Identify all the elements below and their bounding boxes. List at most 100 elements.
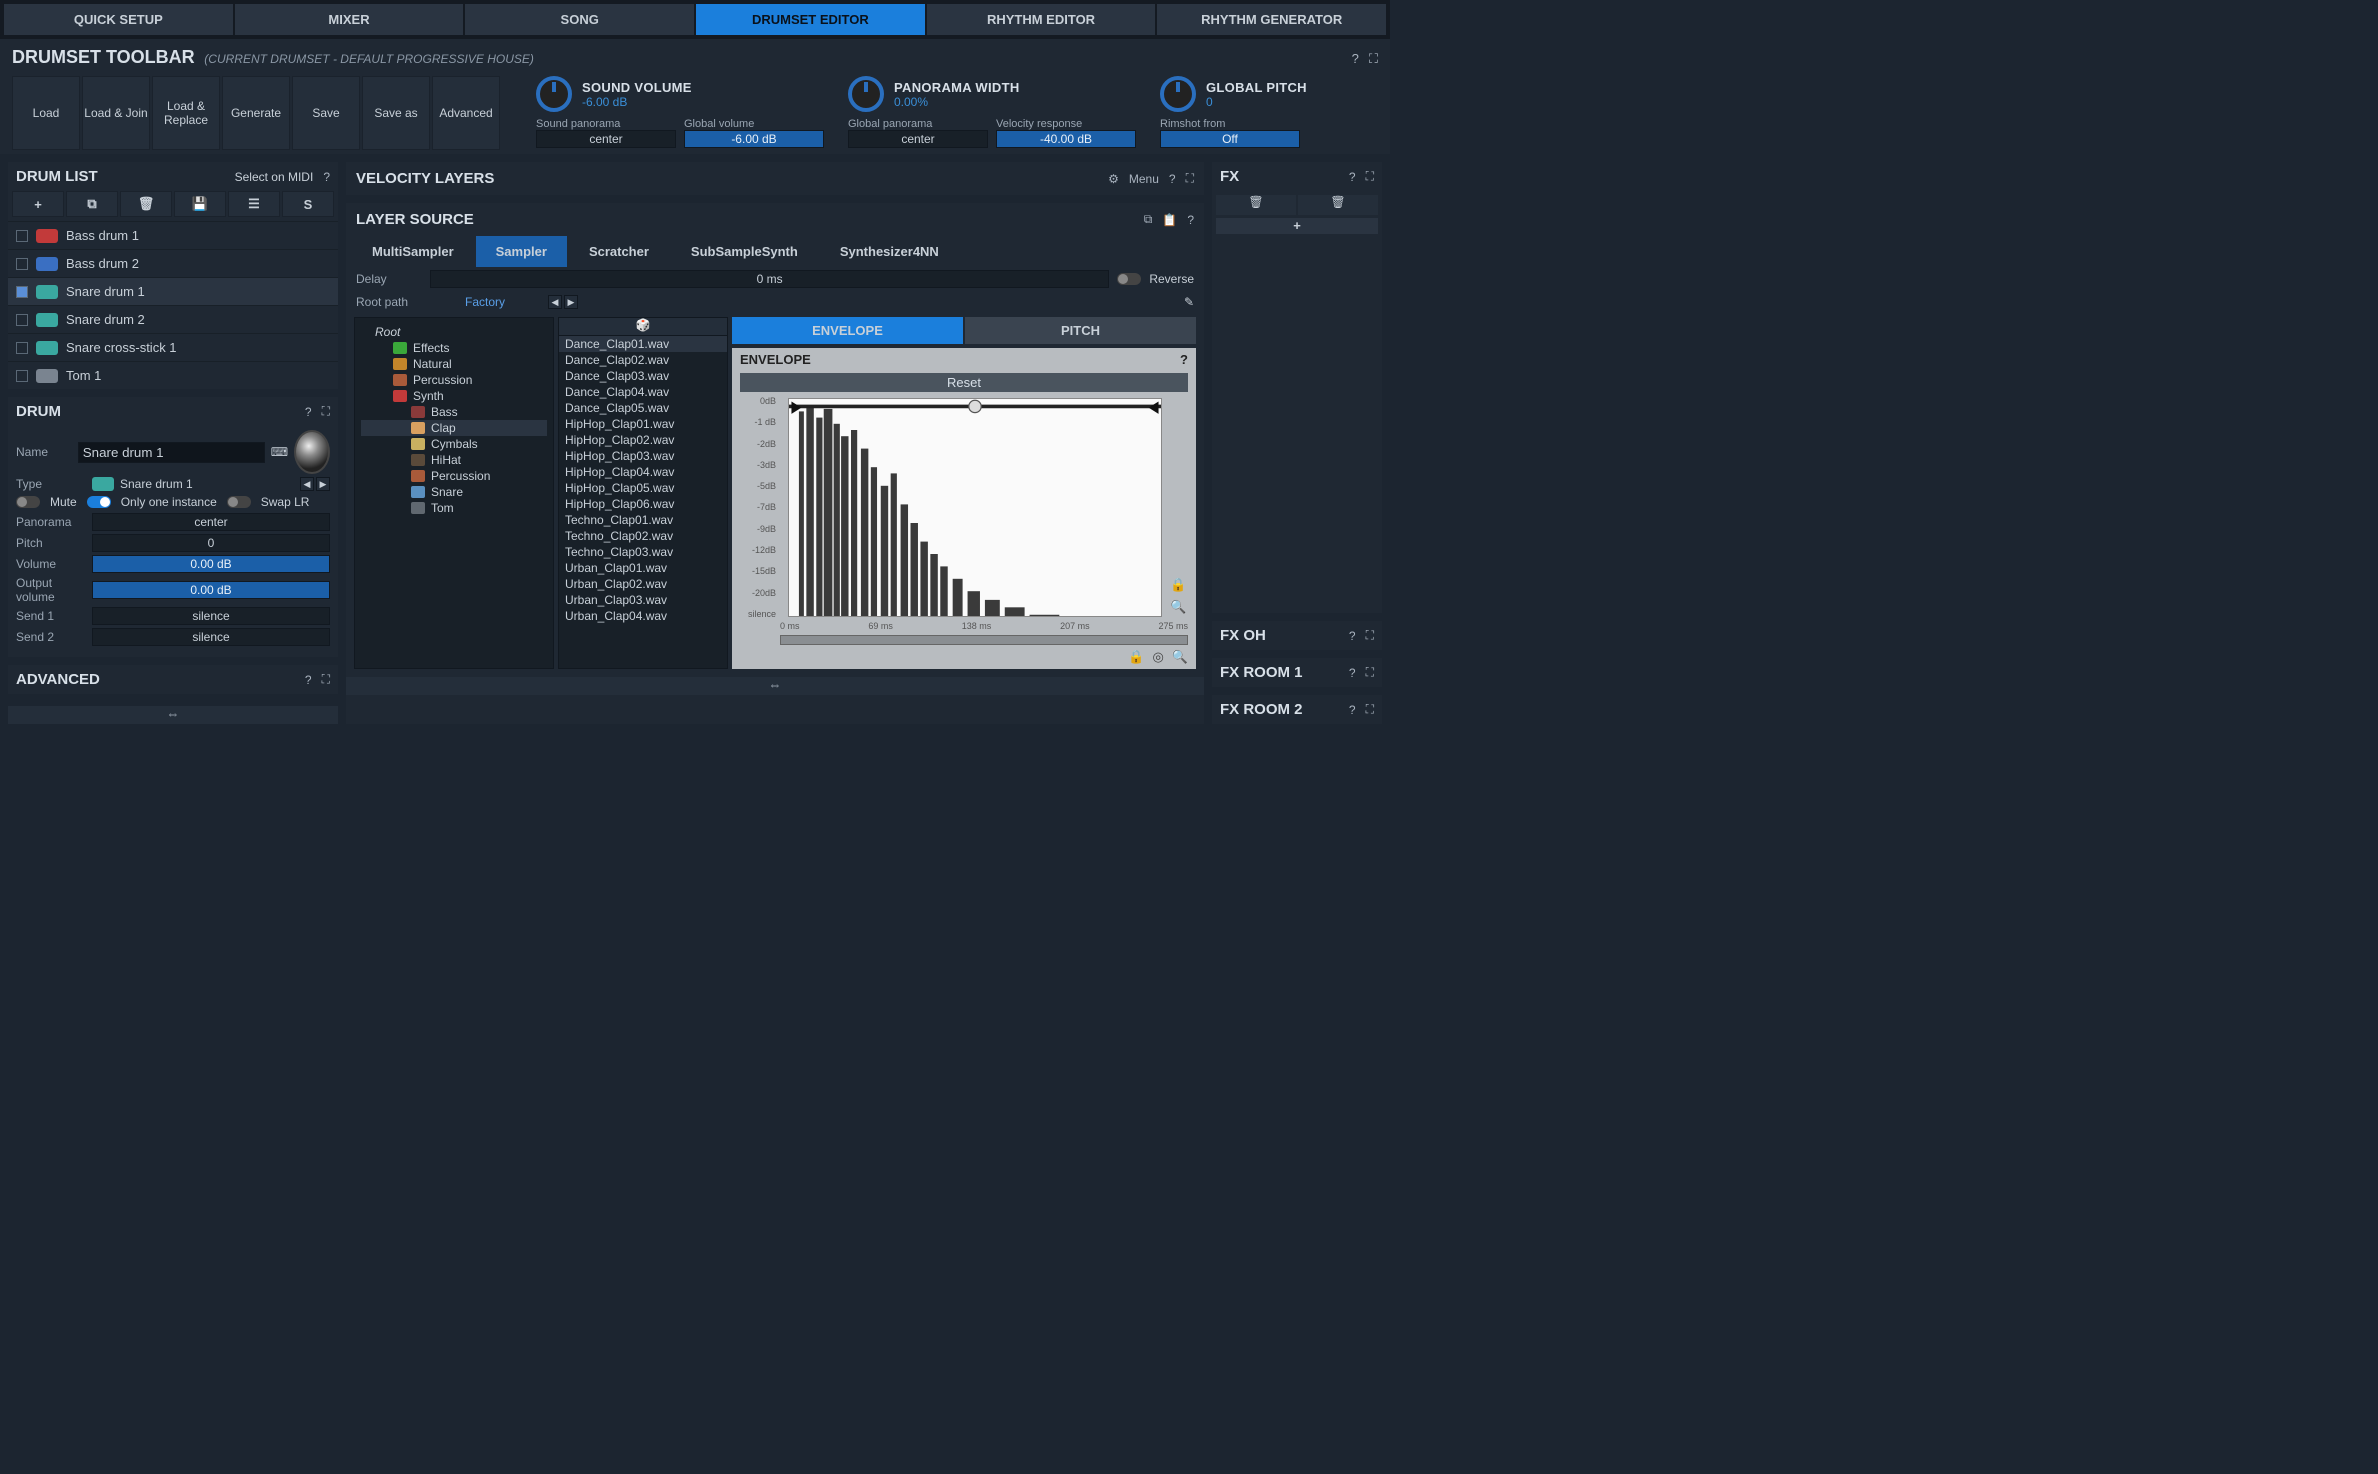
save-drum-button[interactable]: 💾 (174, 191, 226, 217)
expand-icon[interactable]: ⛶ (1186, 171, 1194, 186)
checkbox-icon[interactable] (16, 314, 28, 326)
drum-name-input[interactable] (78, 442, 265, 463)
global-pitch-knob[interactable] (1160, 76, 1196, 112)
checkbox-icon[interactable] (16, 258, 28, 270)
tree-node[interactable]: Root (361, 324, 547, 340)
tree-node[interactable]: Cymbals (361, 436, 547, 452)
tab-rhythm-generator[interactable]: RHYTHM GENERATOR (1157, 4, 1386, 35)
list-drum-button[interactable]: ☰ (228, 191, 280, 217)
delay-value[interactable]: 0 ms (430, 270, 1109, 288)
panorama-width-knob[interactable] (848, 76, 884, 112)
sound-panorama-value[interactable]: center (536, 130, 676, 148)
tree-node[interactable]: Tom (361, 500, 547, 516)
tab-scratcher[interactable]: Scratcher (569, 236, 669, 267)
param-value[interactable]: center (92, 513, 330, 531)
sound-volume-knob[interactable] (536, 76, 572, 112)
tab-subsamplesynth[interactable]: SubSampleSynth (671, 236, 818, 267)
file-item[interactable]: Urban_Clap03.wav (559, 592, 727, 608)
velocity-response-value[interactable]: -40.00 dB (996, 130, 1136, 148)
edit-icon[interactable]: ✎ (1184, 295, 1194, 309)
tab-multisampler[interactable]: MultiSampler (352, 236, 474, 267)
waveform-display[interactable]: Start (788, 398, 1162, 617)
tab-synthesizer4nn[interactable]: Synthesizer4NN (820, 236, 959, 267)
file-item[interactable]: HipHop_Clap06.wav (559, 496, 727, 512)
file-item[interactable]: HipHop_Clap05.wav (559, 480, 727, 496)
expand-icon[interactable]: ⛶ (1366, 628, 1374, 643)
save-button[interactable]: Save (292, 76, 360, 150)
file-item[interactable]: Techno_Clap02.wav (559, 528, 727, 544)
tree-node[interactable]: Percussion (361, 468, 547, 484)
delete-drum-button[interactable]: 🗑 (120, 191, 172, 217)
duplicate-drum-button[interactable]: ⧉ (66, 191, 118, 217)
global-volume-value[interactable]: -6.00 dB (684, 130, 824, 148)
drum-item[interactable]: Tom 1 (8, 361, 338, 389)
solo-drum-button[interactable]: S (282, 191, 334, 217)
left-footer-bar[interactable]: ⇔ (8, 706, 338, 724)
lock-icon[interactable]: 🔒 (1170, 577, 1188, 593)
select-on-midi[interactable]: Select on MIDI (235, 170, 314, 184)
tree-node[interactable]: Clap (361, 420, 547, 436)
copy-icon[interactable]: ⧉ (1144, 212, 1153, 227)
swap-lr-toggle[interactable] (227, 496, 251, 508)
help-icon[interactable]: ? (1349, 666, 1356, 680)
root-prev-button[interactable]: ◀ (548, 295, 562, 309)
help-icon[interactable]: ? (305, 405, 312, 419)
folder-tree[interactable]: RootEffectsNaturalPercussionSynthBassCla… (354, 317, 554, 669)
file-item[interactable]: Dance_Clap04.wav (559, 384, 727, 400)
file-item[interactable]: Urban_Clap01.wav (559, 560, 727, 576)
tree-node[interactable]: HiHat (361, 452, 547, 468)
tree-node[interactable]: Bass (361, 404, 547, 420)
add-drum-button[interactable]: + (12, 191, 64, 217)
param-value[interactable]: silence (92, 628, 330, 646)
tab-rhythm-editor[interactable]: RHYTHM EDITOR (927, 4, 1156, 35)
help-icon[interactable]: ? (1349, 170, 1356, 184)
horizontal-scrollbar[interactable] (780, 635, 1188, 645)
drum-item[interactable]: Bass drum 2 (8, 249, 338, 277)
checkbox-icon[interactable] (16, 370, 28, 382)
advanced-button[interactable]: Advanced (432, 76, 500, 150)
tab-mixer[interactable]: MIXER (235, 4, 464, 35)
checkbox-icon[interactable] (16, 286, 28, 298)
file-item[interactable]: HipHop_Clap04.wav (559, 464, 727, 480)
load-join-button[interactable]: Load & Join (82, 76, 150, 150)
expand-icon[interactable]: ⛶ (322, 404, 330, 419)
expand-icon[interactable]: ⛶ (1366, 702, 1374, 717)
file-item[interactable]: Dance_Clap02.wav (559, 352, 727, 368)
mid-footer-bar[interactable]: ⇔ (346, 677, 1204, 695)
help-icon[interactable]: ? (1349, 629, 1356, 643)
rimshot-from-value[interactable]: Off (1160, 130, 1300, 148)
file-item[interactable]: Urban_Clap04.wav (559, 608, 727, 624)
generate-button[interactable]: Generate (222, 76, 290, 150)
tree-node[interactable]: Effects (361, 340, 547, 356)
root-next-button[interactable]: ▶ (564, 295, 578, 309)
drum-type-value[interactable]: Snare drum 1 (120, 477, 193, 491)
load-button[interactable]: Load (12, 76, 80, 150)
gear-icon[interactable]: ⚙ (1108, 172, 1119, 186)
drum-item[interactable]: Snare drum 1 (8, 277, 338, 305)
paste-icon[interactable]: 📋 (1162, 213, 1177, 227)
file-item[interactable]: Dance_Clap03.wav (559, 368, 727, 384)
help-icon[interactable]: ? (1180, 352, 1188, 367)
tree-node[interactable]: Synth (361, 388, 547, 404)
fx-delete-2-button[interactable]: 🗑 (1298, 195, 1378, 215)
speaker-icon[interactable] (294, 430, 330, 474)
load-replace-button[interactable]: Load & Replace (152, 76, 220, 150)
param-value[interactable]: silence (92, 607, 330, 625)
help-icon[interactable]: ? (1349, 703, 1356, 717)
die-icon[interactable]: 🎲 (636, 318, 651, 332)
drum-item[interactable]: Snare cross-stick 1 (8, 333, 338, 361)
param-value[interactable]: 0.00 dB (92, 555, 330, 573)
file-item[interactable]: HipHop_Clap03.wav (559, 448, 727, 464)
fx-add-button[interactable]: + (1216, 218, 1378, 234)
fx-delete-1-button[interactable]: 🗑 (1216, 195, 1296, 215)
tab-quick-setup[interactable]: QUICK SETUP (4, 4, 233, 35)
file-item[interactable]: Techno_Clap01.wav (559, 512, 727, 528)
drum-item[interactable]: Snare drum 2 (8, 305, 338, 333)
file-list[interactable]: 🎲 Dance_Clap01.wavDance_Clap02.wavDance_… (558, 317, 728, 669)
save-as-button[interactable]: Save as (362, 76, 430, 150)
help-icon[interactable]: ? (1169, 172, 1176, 186)
reverse-toggle[interactable] (1117, 273, 1141, 285)
expand-icon[interactable]: ⛶ (1369, 51, 1378, 67)
type-next-button[interactable]: ▶ (316, 477, 330, 491)
param-value[interactable]: 0 (92, 534, 330, 552)
